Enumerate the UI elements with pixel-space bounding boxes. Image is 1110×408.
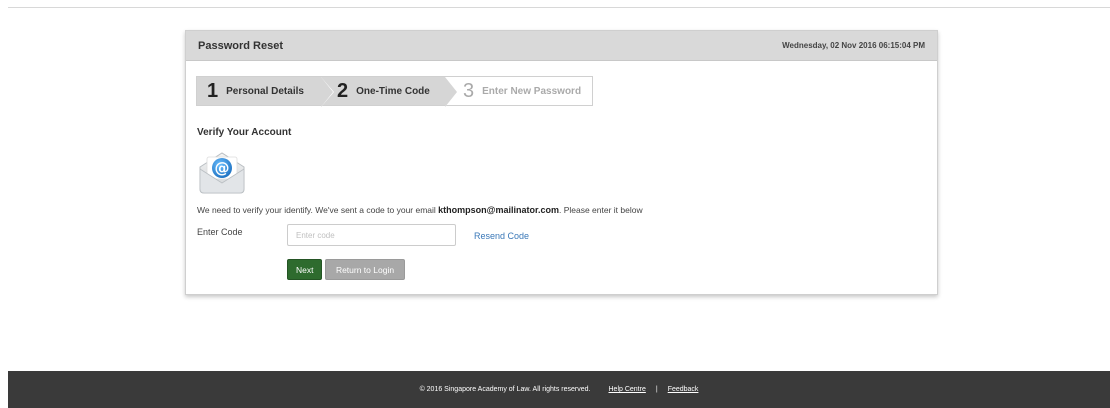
step-one-time-code: 2 One-Time Code	[321, 77, 458, 107]
step-enter-new-password: 3 Enter New Password	[445, 77, 592, 105]
svg-text:@: @	[215, 159, 230, 177]
feedback-link[interactable]: Feedback	[668, 386, 699, 393]
copyright-text: © 2016 Singapore Academy of Law. All rig…	[419, 386, 591, 393]
message-text-end: . Please enter it below	[558, 205, 643, 215]
step-label: Personal Details	[226, 85, 304, 97]
step-label: Enter New Password	[482, 85, 582, 97]
step-label: One-Time Code	[356, 85, 430, 97]
page-footer: © 2016 Singapore Academy of Law. All rig…	[8, 371, 1110, 408]
step-chevron-fill	[445, 77, 457, 107]
verification-message: We need to verify your identify. We've s…	[197, 205, 643, 215]
next-button[interactable]: Next	[287, 259, 322, 280]
panel-header: Password Reset Wednesday, 02 Nov 2016 06…	[186, 31, 937, 61]
progress-steps: 1 Personal Details 2 One-Time Code 3 Ent…	[196, 76, 593, 107]
code-input[interactable]	[287, 224, 456, 246]
enter-code-label: Enter Code	[197, 227, 243, 237]
email-address: kthompson@mailinator.com	[438, 205, 559, 215]
current-datetime: Wednesday, 02 Nov 2016 06:15:04 PM	[782, 41, 925, 50]
password-reset-panel: Password Reset Wednesday, 02 Nov 2016 06…	[185, 30, 938, 295]
step-number: 1	[207, 80, 219, 102]
step-personal-details: 1 Personal Details	[197, 77, 334, 107]
footer-separator: |	[655, 386, 658, 393]
return-to-login-button[interactable]: Return to Login	[325, 259, 405, 280]
resend-code-link[interactable]: Resend Code	[474, 231, 529, 241]
step-chevron-fill	[321, 77, 333, 107]
step-number: 2	[337, 80, 349, 102]
help-centre-link[interactable]: Help Centre	[609, 386, 646, 393]
step-number: 3	[463, 80, 475, 102]
page-title: Password Reset	[198, 39, 283, 52]
section-title: Verify Your Account	[197, 127, 292, 138]
message-text: We need to verify your identify. We've s…	[197, 205, 439, 215]
top-divider	[8, 7, 1110, 8]
email-icon: @	[199, 152, 245, 194]
